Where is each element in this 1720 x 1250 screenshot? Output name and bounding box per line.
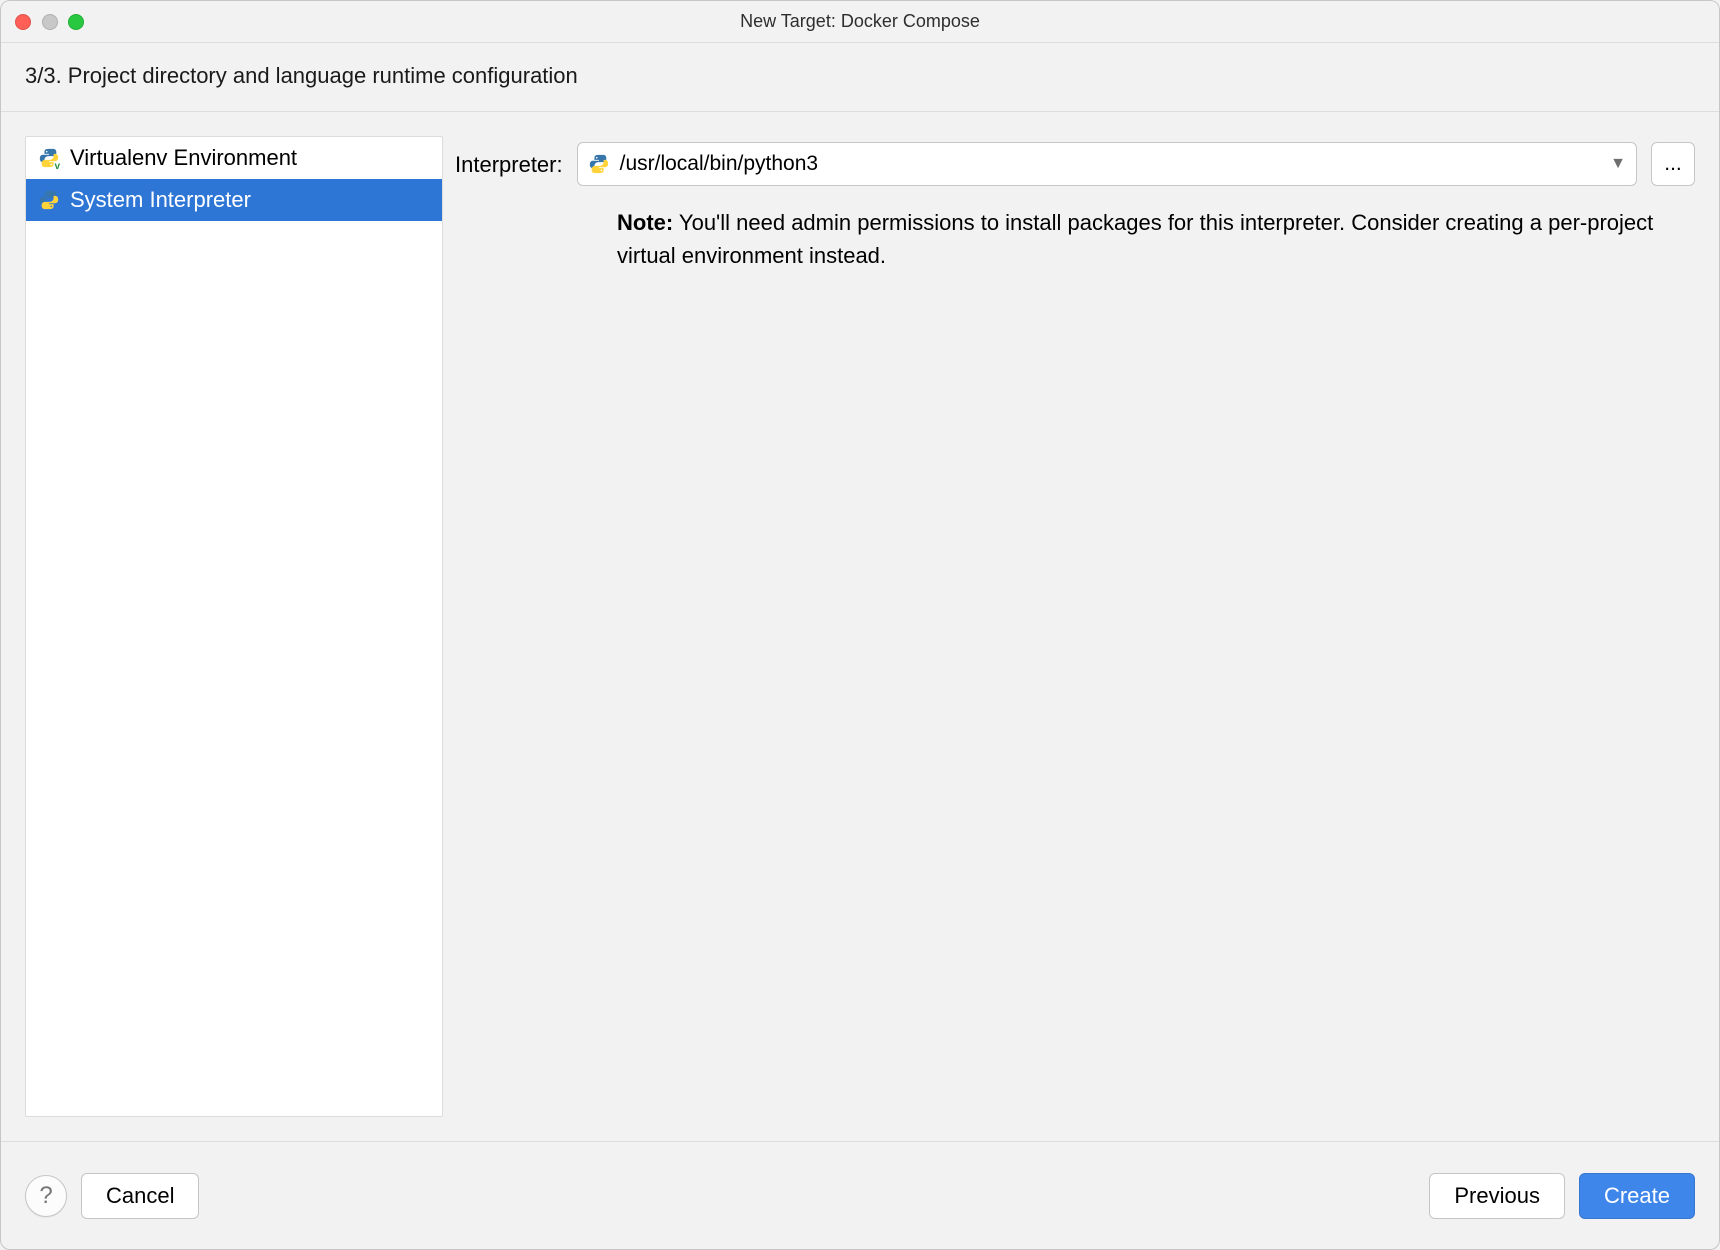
note-bold: Note:	[617, 210, 673, 235]
content-area: v Virtualenv Environment System Interpre…	[1, 112, 1719, 1117]
window-title: New Target: Docker Compose	[1, 11, 1719, 32]
dialog-window: New Target: Docker Compose 3/3. Project …	[0, 0, 1720, 1250]
python-icon: v	[38, 147, 60, 169]
interpreter-row: Interpreter: /usr/local/bin/python3 ▼ ..…	[455, 142, 1695, 186]
step-heading: 3/3. Project directory and language runt…	[1, 43, 1719, 112]
sidebar-item-virtualenv[interactable]: v Virtualenv Environment	[26, 137, 442, 179]
dialog-footer: ? Cancel Previous Create	[1, 1141, 1719, 1249]
sidebar-item-label: Virtualenv Environment	[70, 145, 297, 171]
create-button[interactable]: Create	[1579, 1173, 1695, 1219]
cancel-button[interactable]: Cancel	[81, 1173, 199, 1219]
previous-button[interactable]: Previous	[1429, 1173, 1565, 1219]
svg-text:v: v	[55, 161, 61, 169]
note-text: You'll need admin permissions to install…	[617, 210, 1653, 268]
help-button[interactable]: ?	[25, 1175, 67, 1217]
python-icon	[38, 189, 60, 211]
python-icon	[588, 153, 610, 175]
permissions-note: Note: You'll need admin permissions to i…	[617, 206, 1695, 272]
browse-button[interactable]: ...	[1651, 142, 1695, 186]
chevron-down-icon: ▼	[1610, 155, 1626, 173]
main-pane: Interpreter: /usr/local/bin/python3 ▼ ..…	[455, 136, 1695, 1117]
window-controls	[15, 14, 84, 30]
interpreter-type-sidebar: v Virtualenv Environment System Interpre…	[25, 136, 443, 1117]
interpreter-label: Interpreter:	[455, 150, 563, 178]
interpreter-select[interactable]: /usr/local/bin/python3 ▼	[577, 142, 1637, 186]
minimize-icon[interactable]	[42, 14, 58, 30]
titlebar: New Target: Docker Compose	[1, 1, 1719, 43]
interpreter-value: /usr/local/bin/python3	[620, 152, 1601, 176]
sidebar-item-label: System Interpreter	[70, 187, 251, 213]
sidebar-item-system-interpreter[interactable]: System Interpreter	[26, 179, 442, 221]
maximize-icon[interactable]	[68, 14, 84, 30]
close-icon[interactable]	[15, 14, 31, 30]
